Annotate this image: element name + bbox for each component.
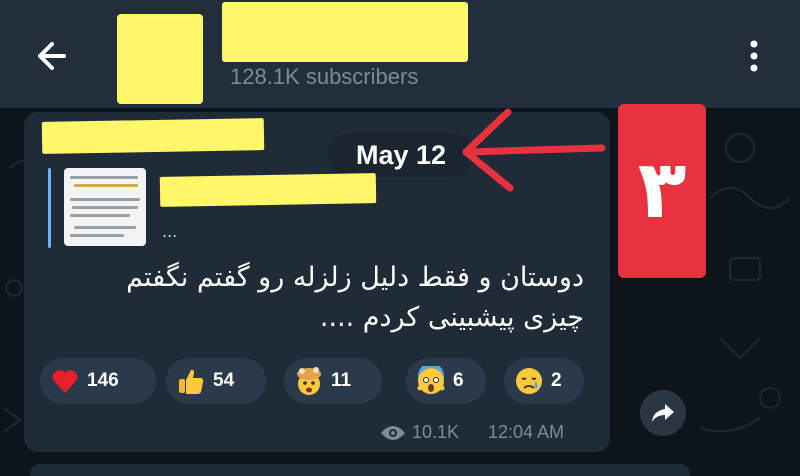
next-message-bubble[interactable] <box>30 464 690 476</box>
reaction-screaming[interactable]: 6 <box>406 358 486 404</box>
subscriber-count: 128.1K subscribers <box>230 64 419 89</box>
message-text: دوستان و فقط دلیل زلزله رو گفتم نگفتم چی… <box>126 262 584 333</box>
reaction-count: 54 <box>213 370 235 391</box>
screaming-face-icon <box>417 366 445 394</box>
reaction-crying[interactable]: 2 <box>504 358 584 404</box>
reaction-count: 146 <box>87 370 119 391</box>
heart-icon <box>52 370 78 393</box>
reaction-count: 2 <box>551 370 562 391</box>
exploding-head-icon <box>297 367 321 395</box>
crying-face-icon <box>516 368 542 394</box>
more-options-button[interactable] <box>740 36 768 76</box>
more-vertical-icon <box>750 40 758 72</box>
views-label: 10.1K <box>412 422 460 442</box>
reply-title-redacted <box>159 173 377 207</box>
annotation-number-badge: ۳ <box>618 104 706 278</box>
view-count: 10.1K <box>380 422 459 443</box>
reaction-count: 6 <box>453 370 464 391</box>
channel-name-redacted[interactable] <box>222 2 468 62</box>
annotation-arrow-icon <box>462 108 606 192</box>
author-name-redacted <box>41 118 265 154</box>
reaction-heart[interactable]: 146 <box>40 358 156 404</box>
share-button[interactable] <box>640 390 686 436</box>
reply-snippet: ... <box>162 222 178 241</box>
share-arrow-icon <box>652 404 674 422</box>
chat-header: 128.1K subscribers <box>0 0 800 108</box>
back-arrow-icon <box>38 42 66 70</box>
annotation-digit: ۳ <box>637 143 687 236</box>
eye-icon <box>381 425 405 440</box>
back-button[interactable] <box>30 34 74 78</box>
reply-thumbnail[interactable] <box>64 168 146 246</box>
channel-avatar-redacted[interactable] <box>117 14 203 104</box>
reply-quote-bar <box>48 168 51 248</box>
reaction-exploding-head[interactable]: 11 <box>284 358 382 404</box>
thumbs-up-icon <box>179 369 204 394</box>
message-time: 12:04 AM <box>488 422 565 442</box>
reaction-thumbs-up[interactable]: 54 <box>166 358 266 404</box>
reaction-count: 11 <box>331 370 352 391</box>
